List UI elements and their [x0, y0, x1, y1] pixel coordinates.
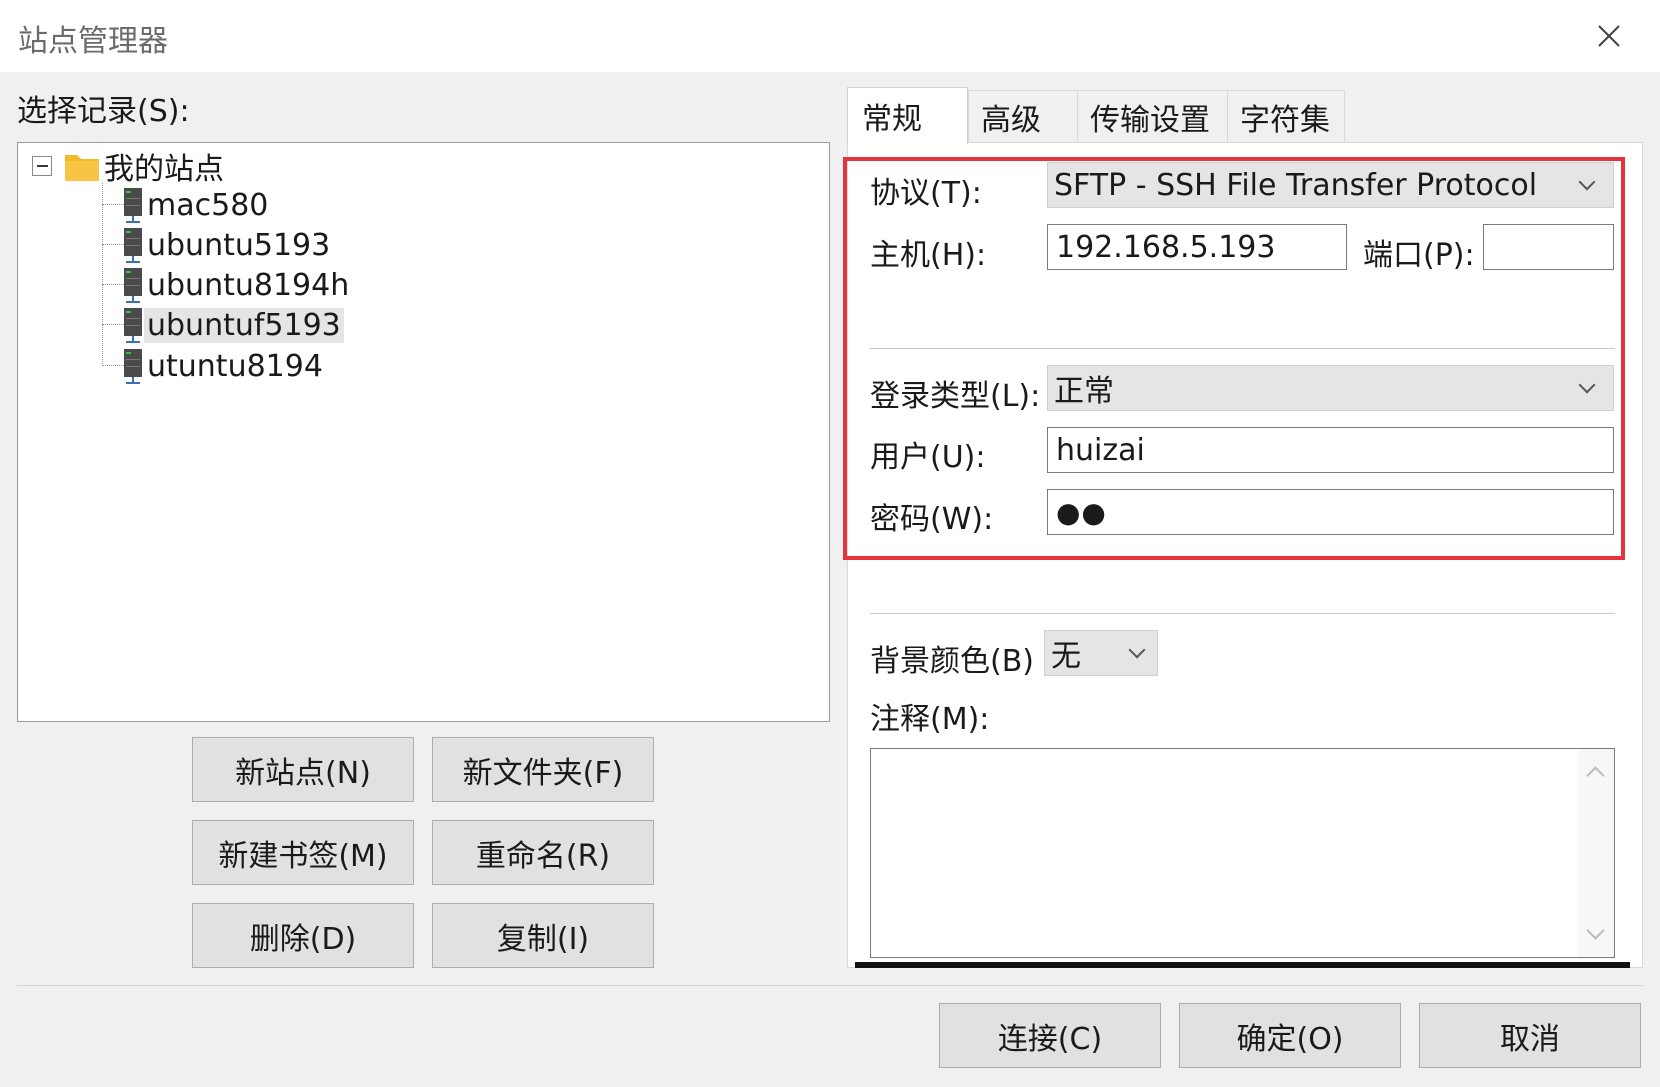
ok-button[interactable]: 确定(O) [1179, 1003, 1401, 1068]
server-icon [124, 268, 142, 303]
bgcolor-select[interactable]: 无 [1044, 630, 1158, 676]
tree-connector [102, 183, 103, 366]
new-site-button[interactable]: 新站点(N) [192, 737, 414, 802]
select-entry-label: 选择记录(S): [17, 94, 190, 129]
scroll-up-icon[interactable] [1586, 766, 1605, 785]
new-folder-button[interactable]: 新文件夹(F) [432, 737, 654, 802]
tab-general[interactable]: 常规 [847, 87, 968, 144]
tree-connector [102, 204, 124, 205]
footer-divider [17, 985, 1643, 986]
notes-textarea[interactable] [870, 748, 1615, 958]
cancel-button[interactable]: 取消 [1419, 1003, 1641, 1068]
tree-item[interactable]: ubuntu5193 [122, 225, 333, 265]
tree-item-label: ubuntu5193 [147, 227, 331, 263]
new-bookmark-button[interactable]: 新建书签(M) [192, 820, 414, 885]
copy-button[interactable]: 复制(I) [432, 903, 654, 968]
tree-connector [102, 365, 124, 366]
tree-connector [102, 284, 124, 285]
window-title: 站点管理器 [18, 24, 168, 59]
delete-button[interactable]: 删除(D) [192, 903, 414, 968]
chevron-down-icon [1128, 641, 1146, 659]
tree-item-selected[interactable]: ubuntuf5193 [122, 305, 344, 345]
connect-button[interactable]: 连接(C) [939, 1003, 1161, 1068]
highlight-frame [843, 157, 1625, 560]
close-button[interactable] [1580, 12, 1638, 60]
tree-item-label: ubuntu8194h [147, 267, 350, 303]
collapse-toggle[interactable] [32, 156, 52, 176]
tree-root[interactable]: 我的站点 [63, 146, 227, 187]
server-icon [124, 228, 142, 263]
tab-transfer-settings[interactable]: 传输设置 [1077, 90, 1228, 142]
site-tree[interactable]: 我的站点 mac580 ubuntu5193 ubuntu8194h ubunt… [17, 142, 830, 722]
close-icon [1598, 25, 1620, 47]
tree-item-label: mac580 [147, 187, 269, 223]
tree-item-label: utuntu8194 [147, 348, 323, 384]
bgcolor-label: 背景颜色(B) [870, 644, 1034, 679]
notes-label: 注释(M): [870, 702, 990, 737]
bgcolor-value: 无 [1051, 639, 1081, 674]
divider [870, 613, 1615, 614]
tree-root-label: 我的站点 [104, 152, 224, 187]
panel-bottom-rule [855, 962, 1630, 968]
tree-item[interactable]: mac580 [122, 185, 271, 225]
tree-item[interactable]: ubuntu8194h [122, 265, 352, 305]
tab-charset[interactable]: 字符集 [1227, 90, 1345, 142]
tree-item-label: ubuntuf5193 [144, 307, 344, 343]
tree-connector [102, 324, 124, 325]
server-icon [124, 188, 142, 223]
tree-item[interactable]: utuntu8194 [122, 346, 326, 386]
rename-button[interactable]: 重命名(R) [432, 820, 654, 885]
folder-icon [65, 155, 99, 181]
server-icon [124, 349, 142, 384]
server-icon [124, 308, 142, 343]
tab-advanced[interactable]: 高级 [968, 90, 1078, 142]
scroll-down-icon[interactable] [1586, 921, 1605, 940]
tree-connector [102, 244, 124, 245]
title-bar: 站点管理器 [0, 0, 1660, 72]
notes-scrollbar[interactable] [1578, 749, 1614, 957]
